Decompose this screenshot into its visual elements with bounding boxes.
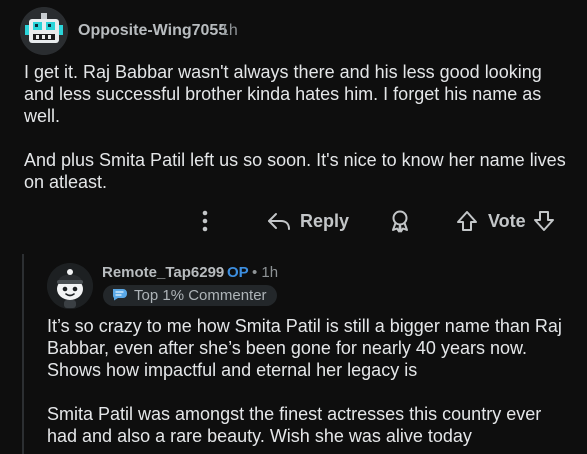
reply-timestamp: • 1h <box>252 264 279 281</box>
upvote-arrow-icon[interactable] <box>455 209 479 233</box>
comment-timestamp: 1h <box>220 22 238 39</box>
reply-paragraph: It’s so crazy to me how Smita Patil is s… <box>47 316 562 380</box>
comment-paragraph: I get it. Raj Babbar wasn't always there… <box>24 62 542 126</box>
reply-paragraph: Smita Patil was amongst the finest actre… <box>47 404 542 446</box>
comment-author[interactable]: Opposite-Wing7055 <box>78 22 227 40</box>
vote-label: Vote <box>488 210 526 231</box>
snoo-avatar-icon[interactable] <box>47 263 93 309</box>
thread-line[interactable] <box>22 254 24 454</box>
reply-author[interactable]: Remote_Tap6299 <box>102 264 224 281</box>
more-vertical-icon[interactable] <box>198 209 212 233</box>
reply-button[interactable]: Reply <box>266 209 349 233</box>
vote-control: Vote <box>455 209 556 233</box>
comment-action-bar: Reply Vote <box>0 205 587 237</box>
user-flair: Top 1% Commenter <box>103 285 277 306</box>
op-badge: OP <box>227 264 249 281</box>
comment-body: I get it. Raj Babbar wasn't always there… <box>24 61 569 193</box>
downvote-arrow-icon[interactable] <box>532 209 556 233</box>
comment-paragraph: And plus Smita Patil left us so soon. It… <box>24 150 566 192</box>
reply-body: It’s so crazy to me how Smita Patil is s… <box>47 315 572 447</box>
robot-avatar-icon[interactable] <box>20 7 68 55</box>
award-icon[interactable] <box>389 209 411 233</box>
commenter-badge-icon <box>111 287 129 305</box>
reply-label: Reply <box>300 210 350 231</box>
reply-icon <box>266 209 292 233</box>
flair-label: Top 1% Commenter <box>134 287 267 304</box>
